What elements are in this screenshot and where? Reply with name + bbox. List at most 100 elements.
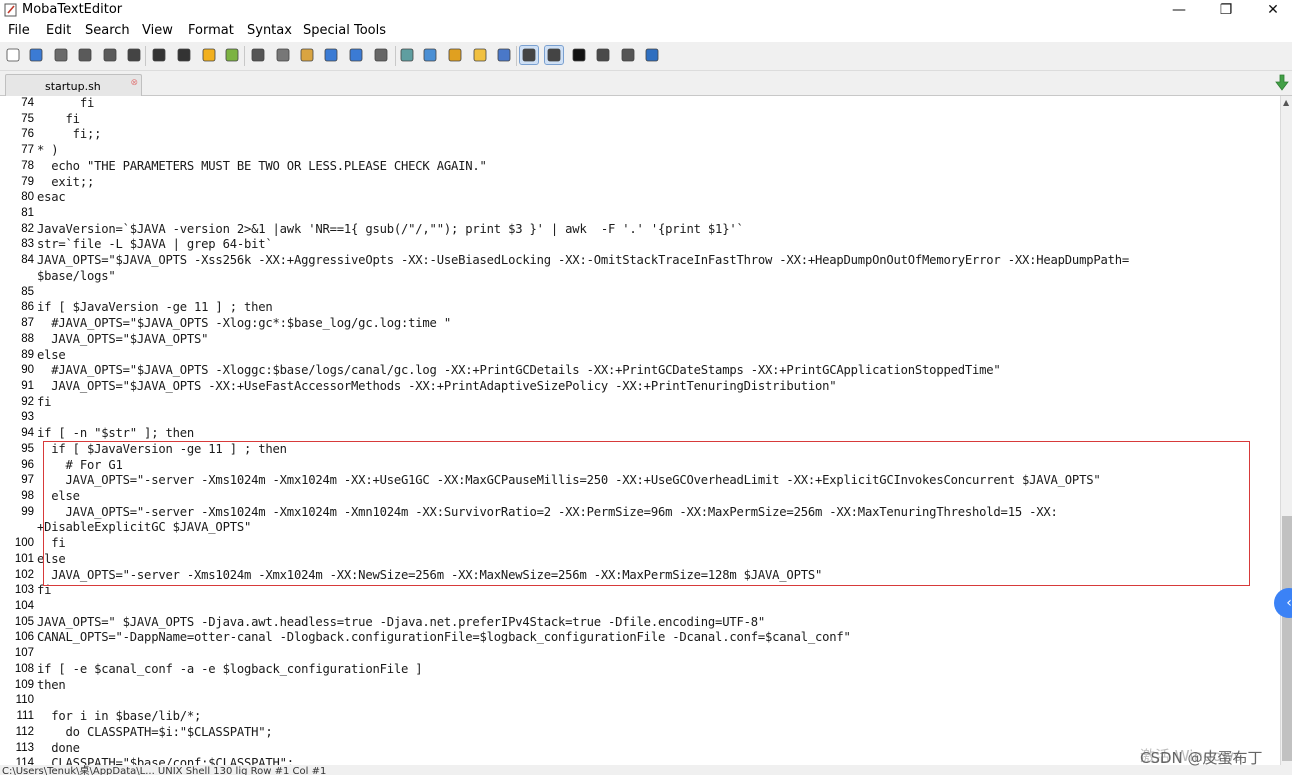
indent-right-icon[interactable]: [175, 46, 193, 64]
linux-format-icon[interactable]: [471, 46, 489, 64]
bookmark-star-icon[interactable]: [200, 46, 218, 64]
line-number: 81: [21, 207, 34, 220]
code-line: 109 then: [0, 678, 1280, 694]
line-number: 84: [21, 254, 34, 267]
menu-file[interactable]: File: [8, 23, 30, 38]
line-number: 109: [14, 678, 34, 691]
save-icon[interactable]: [76, 46, 94, 64]
minimize-button[interactable]: —: [1156, 0, 1202, 21]
new-file-icon[interactable]: [4, 46, 22, 64]
word-wrap-icon[interactable]: [519, 45, 539, 65]
code-text: JAVA_OPTS="-server -Xms1024m -Xmx1024m -…: [37, 567, 823, 582]
paste-icon[interactable]: [298, 46, 316, 64]
code-text: if [ -n "$str" ]; then: [37, 426, 195, 441]
code-line: 90 #JAVA_OPTS="$JAVA_OPTS -Xloggc:$base/…: [0, 363, 1280, 379]
line-number: 112: [15, 725, 34, 738]
scrollbar-thumb[interactable]: [1282, 516, 1292, 761]
code-text: #JAVA_OPTS="$JAVA_OPTS -Xloggc:$base/log…: [37, 363, 1001, 378]
code-text: else: [37, 347, 66, 362]
line-number: 106: [14, 631, 34, 644]
find-replace-icon[interactable]: [347, 46, 365, 64]
tab-startup-sh[interactable]: startup.sh ⊗: [5, 74, 142, 96]
bookmark-add-icon[interactable]: [223, 46, 241, 64]
code-line: 112 do CLASSPATH=$i:"$CLASSPATH";: [0, 725, 1280, 741]
line-number: 80: [21, 191, 34, 204]
find-icon[interactable]: [322, 46, 340, 64]
code-line: 77 * ): [0, 143, 1280, 159]
reload-icon[interactable]: [52, 46, 70, 64]
scroll-down-arrow-icon[interactable]: [1274, 73, 1290, 93]
code-editor[interactable]: 74 fi 75 fi 76 fi;; 77 * ) 78 echo "THE PARAM…: [0, 96, 1280, 775]
menu-search[interactable]: Search: [85, 23, 130, 38]
scroll-up-icon[interactable]: ▲: [1283, 98, 1289, 107]
menu-edit[interactable]: Edit: [46, 23, 71, 38]
line-number: 93: [21, 411, 34, 424]
macro-icon[interactable]: [398, 46, 416, 64]
line-number: 94: [21, 427, 34, 440]
tab-close-icon[interactable]: ⊗: [130, 78, 138, 88]
close-file-icon[interactable]: [125, 46, 143, 64]
code-line: 78 echo "THE PARAMETERS MUST BE TWO OR L…: [0, 159, 1280, 175]
code-line: 110: [0, 693, 1280, 709]
code-line: 108 if [ -e $canal_conf -a -e $logback_co…: [0, 662, 1280, 678]
power-exit-icon[interactable]: [643, 46, 661, 64]
code-text: if [ $JavaVersion -ge 11 ] ; then: [37, 300, 273, 315]
line-number: 105: [14, 615, 34, 628]
windows-format-icon[interactable]: [446, 46, 464, 64]
menu-special-tools[interactable]: Special Tools: [303, 23, 386, 38]
line-number: 90: [21, 364, 34, 377]
code-line: 84 JAVA_OPTS="$JAVA_OPTS -Xss256k -XX:+Ag…: [0, 253, 1280, 269]
line-number: 96: [21, 458, 34, 471]
line-number: 74: [21, 97, 34, 109]
line-number: 97: [21, 474, 34, 487]
copy-icon[interactable]: [274, 46, 292, 64]
code-text: JAVA_OPTS="$JAVA_OPTS -XX:+UseFastAccess…: [37, 378, 837, 393]
line-number: 95: [21, 442, 34, 455]
line-number: 100: [14, 537, 34, 550]
csdn-watermark: CSDN @皮蛋布丁: [1140, 749, 1263, 767]
indent-left-icon[interactable]: [150, 46, 168, 64]
line-number: 104: [14, 600, 34, 613]
code-text: done: [37, 740, 80, 755]
menu-syntax[interactable]: Syntax: [247, 23, 292, 38]
code-text: fi: [37, 536, 66, 551]
code-line: 111 for i in $base/lib/*;: [0, 709, 1280, 725]
code-line: 85: [0, 285, 1280, 301]
cut-icon[interactable]: [249, 46, 267, 64]
status-bar: C:\Users\Tenuk\桌\AppData\L... UNIX Shell…: [0, 765, 1292, 775]
code-text: JAVA_OPTS="-server -Xms1024m -Xmx1024m -…: [37, 504, 1058, 519]
code-text: else: [37, 489, 80, 503]
line-number: 111: [16, 710, 34, 723]
code-line: 82 JavaVersion=`$JAVA -version 2>&1 |awk …: [0, 222, 1280, 238]
show-special-chars-icon[interactable]: [570, 46, 588, 64]
vertical-scrollbar[interactable]: ▲: [1280, 96, 1292, 775]
code-line: 89 else: [0, 348, 1280, 364]
code-line: 74 fi: [0, 96, 1280, 112]
maximize-button[interactable]: ❐: [1203, 0, 1249, 21]
save-as-icon[interactable]: [101, 46, 119, 64]
code-text: echo "THE PARAMETERS MUST BE TWO OR LESS…: [37, 158, 487, 173]
line-numbers-icon[interactable]: [544, 45, 564, 65]
preferences-icon[interactable]: [594, 46, 612, 64]
line-number: 88: [21, 332, 34, 345]
toolbar-separator: [516, 46, 517, 66]
code-line: 107: [0, 646, 1280, 662]
mac-format-icon[interactable]: [495, 46, 513, 64]
toolbar-separator: [244, 46, 245, 66]
menu-format[interactable]: Format: [188, 23, 234, 38]
line-number: 107: [14, 647, 34, 660]
code-line: 86 if [ $JavaVersion -ge 11 ] ; then: [0, 300, 1280, 316]
print-preview-icon[interactable]: [372, 46, 390, 64]
settings-tools-icon[interactable]: [619, 46, 637, 64]
code-line: 99 JAVA_OPTS="-server -Xms1024m -Xmx1024…: [0, 505, 1280, 521]
line-number: 103: [14, 584, 34, 597]
close-window-button[interactable]: ✕: [1250, 0, 1292, 21]
code-text: fi: [37, 583, 52, 598]
code-text: exit;;: [37, 174, 95, 189]
code-text: CANAL_OPTS="-DappName=otter-canal -Dlogb…: [37, 630, 851, 645]
open-folder-icon[interactable]: [27, 46, 45, 64]
code-text: for i in $base/lib/*;: [37, 709, 202, 724]
code-text: str=`file -L $JAVA | grep 64-bit`: [37, 237, 273, 252]
menu-view[interactable]: View: [142, 23, 173, 38]
compare-icon[interactable]: [421, 46, 439, 64]
